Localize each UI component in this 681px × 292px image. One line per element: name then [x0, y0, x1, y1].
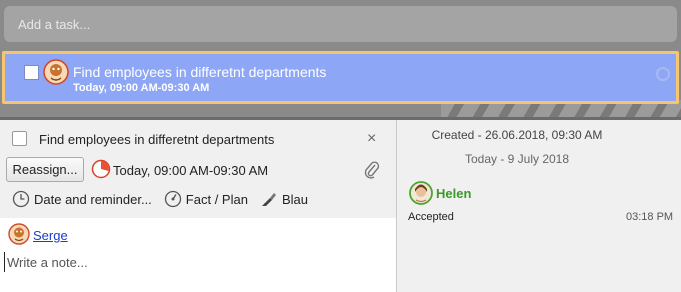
history-time: 03:18 PM — [626, 211, 674, 223]
fact-plan-button[interactable]: Fact / Plan — [164, 190, 248, 208]
avatar — [8, 223, 30, 248]
note-input[interactable] — [4, 252, 384, 272]
task-list-area: Add a task... Find employees in differet… — [0, 0, 681, 117]
date-reminder-button[interactable]: Date and reminder... — [12, 190, 152, 208]
today-date: Today - 9 July 2018 — [464, 152, 570, 166]
paint-brush-icon — [261, 193, 276, 206]
close-icon[interactable]: × — [367, 130, 376, 148]
user-avatar-icon — [8, 223, 30, 245]
history-user-name[interactable]: Helen — [436, 186, 471, 201]
task-detail-panel: Find employees in differetnt departments… — [0, 120, 396, 292]
user-avatar-icon — [43, 59, 69, 85]
reassign-button[interactable]: Reassign... — [6, 157, 84, 182]
color-button[interactable]: Blau — [260, 190, 308, 208]
detail-checkbox[interactable] — [12, 131, 27, 146]
task-checkbox[interactable] — [24, 65, 39, 80]
user-avatar-icon — [409, 181, 433, 205]
color-label: Blau — [281, 191, 308, 207]
detail-toolbar: Date and reminder... Fact / Plan Blau — [12, 189, 320, 209]
avatar — [43, 59, 69, 88]
history-panel: Created - 26.06.2018, 09:30 AM Today - 9… — [397, 120, 681, 292]
reminder-icon[interactable] — [656, 67, 670, 81]
task-title: Find employees in differetnt departments — [73, 64, 327, 80]
add-task-placeholder: Add a task... — [18, 16, 91, 32]
notes-section: Serge — [0, 218, 396, 292]
author-link[interactable]: Serge — [33, 228, 68, 243]
avatar — [409, 181, 433, 208]
task-row-selected[interactable]: Find employees in differetnt departments… — [2, 51, 679, 104]
paperclip-icon[interactable] — [363, 160, 381, 183]
clock-icon — [12, 190, 30, 208]
due-date-text[interactable]: Today, 09:00 AM-09:30 AM — [113, 163, 268, 178]
fact-plan-label: Fact / Plan — [185, 191, 248, 207]
task-time: Today, 09:00 AM-09:30 AM — [73, 82, 210, 94]
add-task-input[interactable]: Add a task... — [4, 6, 677, 42]
timer-icon[interactable] — [91, 159, 111, 182]
detail-title[interactable]: Find employees in differetnt departments — [39, 132, 274, 147]
history-status: Accepted — [408, 211, 454, 223]
date-reminder-label: Date and reminder... — [34, 191, 152, 207]
gauge-icon — [164, 190, 181, 208]
created-text: Created - 26.06.2018, 09:30 AM — [431, 128, 603, 142]
